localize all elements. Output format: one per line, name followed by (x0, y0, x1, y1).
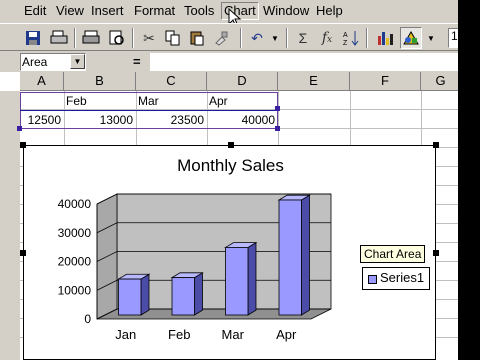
chart-handle-ne[interactable] (433, 142, 439, 148)
menu-tools[interactable]: Tools (182, 3, 216, 19)
formula-input[interactable] (150, 53, 460, 71)
chevron-down-icon: ▼ (427, 33, 435, 43)
x-tick-label: Feb (168, 327, 190, 342)
sort-ascending-button[interactable]: AZ (340, 27, 362, 49)
format-painter-button[interactable] (210, 27, 232, 49)
y-tick-label: 20000 (58, 255, 92, 269)
y-tick-label: 0 (84, 312, 91, 326)
chart-handle-w[interactable] (20, 250, 26, 256)
bar-side (247, 241, 257, 316)
scissors-icon: ✂ (143, 30, 155, 46)
column-header-c[interactable]: C (136, 72, 207, 91)
toolbar-dropdown[interactable]: ▼ (426, 27, 436, 49)
print-preview-button[interactable] (48, 27, 70, 49)
chart-tooltip: Chart Area (360, 245, 426, 263)
paste-function-button[interactable]: fx (316, 27, 338, 49)
chart-wizard-button[interactable] (374, 27, 396, 49)
sort-az-icon: AZ (343, 31, 359, 47)
column-header-a[interactable]: A (20, 72, 64, 91)
column-header-b[interactable]: B (64, 72, 136, 91)
x-tick-label: Apr (276, 327, 297, 342)
preview-button[interactable] (106, 27, 128, 49)
x-tick-label: Jan (115, 327, 136, 342)
column-header-e[interactable]: E (278, 72, 350, 91)
bar (278, 199, 302, 316)
toolbar-separator (74, 28, 76, 48)
toolbar-separator (132, 28, 134, 48)
excel-window: Edit View Insert Format Tools Chart Wind… (0, 0, 462, 360)
name-box-dropdown[interactable]: ▼ (70, 54, 85, 69)
print-icon (82, 30, 100, 44)
toolbar-separator (240, 28, 242, 48)
magnifier-page-icon (109, 30, 124, 45)
chevron-down-icon: ▼ (73, 57, 82, 66)
drawing-button[interactable] (400, 27, 422, 49)
menu-bar: Edit View Insert Format Tools Chart Wind… (0, 0, 458, 28)
chart-handle-nw[interactable] (20, 142, 26, 148)
svg-text:Z: Z (343, 40, 348, 47)
chevron-down-icon: ▼ (271, 33, 279, 43)
screen-border (458, 0, 480, 360)
chart-handle-n[interactable] (228, 142, 234, 148)
save-icon (26, 31, 40, 45)
bar-side (140, 273, 150, 316)
column-header-g[interactable]: G (421, 72, 458, 91)
toolbar-separator (286, 28, 288, 48)
autosum-button[interactable]: Σ (292, 27, 314, 49)
paintbrush-icon (215, 31, 228, 46)
series-range-divider (20, 110, 278, 111)
bar-chart-icon (378, 32, 393, 45)
chart-area[interactable]: Monthly Sales 0 10000 20000 30000 40000 Jan Fe… (23, 145, 436, 360)
function-icon: fx (321, 30, 333, 46)
menu-format[interactable]: Format (132, 3, 177, 19)
equals-sign[interactable]: = (133, 54, 141, 69)
menu-view[interactable]: View (54, 3, 86, 19)
toolbar-separator (366, 28, 368, 48)
undo-icon: ↶ (251, 30, 263, 46)
menu-window[interactable]: Window (261, 3, 311, 19)
print-button[interactable] (80, 27, 102, 49)
bar-side (301, 194, 310, 316)
svg-text:A: A (343, 32, 348, 39)
legend-label: Series1 (380, 270, 425, 285)
drawing-tools-icon (403, 31, 419, 45)
undo-button[interactable]: ↶ (246, 27, 268, 49)
column-header-d[interactable]: D (207, 72, 278, 91)
standard-toolbar: ✂ ↶ ▼ Σ fx AZ ▼ 1 (0, 23, 462, 51)
cut-button[interactable]: ✂ (138, 27, 160, 49)
sigma-icon: Σ (298, 30, 308, 46)
y-tick-label: 10000 (58, 283, 92, 297)
printer-icon (50, 30, 68, 44)
menu-help[interactable]: Help (314, 3, 345, 19)
clipboard-icon (190, 31, 204, 46)
copy-button[interactable] (162, 27, 184, 49)
range-handle[interactable] (17, 126, 22, 131)
chart-handle-e[interactable] (433, 250, 439, 256)
y-tick-label: 40000 (58, 197, 92, 211)
paste-button[interactable] (186, 27, 208, 49)
formula-bar: Area ▼ = (0, 52, 460, 72)
column-header-f[interactable]: F (350, 72, 421, 91)
range-handle[interactable] (275, 126, 280, 131)
copy-icon (165, 30, 180, 46)
menu-edit[interactable]: Edit (22, 3, 48, 19)
range-handle[interactable] (275, 106, 280, 111)
x-tick-label: Mar (222, 327, 245, 342)
menu-insert[interactable]: Insert (89, 3, 126, 19)
bar-side (194, 272, 203, 316)
worksheet[interactable]: A B C D E F G Feb Mar Apr 12500 13000 23… (0, 72, 458, 360)
bar (225, 247, 249, 316)
legend-swatch (368, 275, 377, 284)
y-tick-label: 30000 (58, 226, 92, 240)
bar (118, 278, 142, 316)
row-headers (0, 91, 20, 360)
undo-dropdown[interactable]: ▼ (270, 27, 280, 49)
bar (171, 277, 195, 316)
chart-legend[interactable]: Series1 (362, 267, 430, 290)
save-button[interactable] (22, 27, 44, 49)
